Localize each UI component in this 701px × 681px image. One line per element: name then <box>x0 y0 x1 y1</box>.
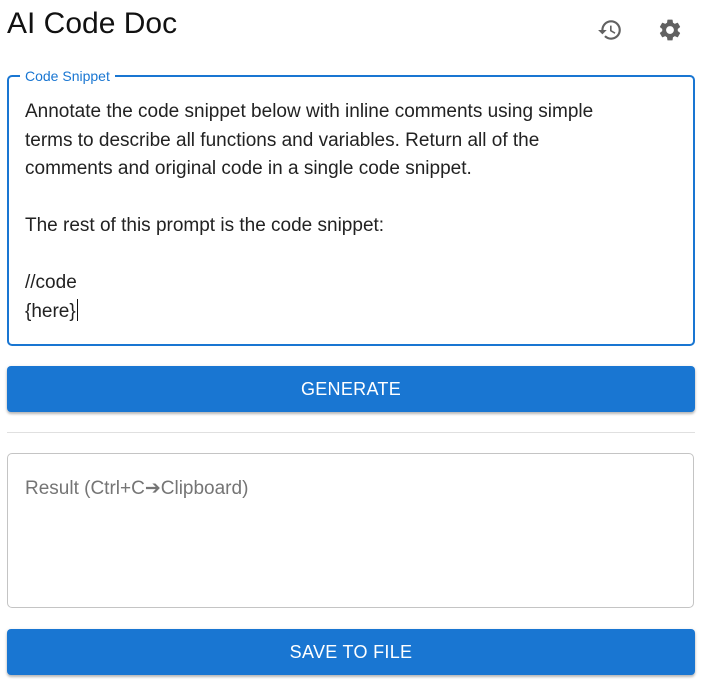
result-placeholder: Result (Ctrl+C➔Clipboard) <box>25 478 249 499</box>
app-window: AI Code Doc Code Snippet Annotate the co… <box>0 0 701 681</box>
result-field[interactable]: Result (Ctrl+C➔Clipboard) <box>7 453 694 608</box>
text-cursor <box>76 298 78 321</box>
code-snippet-input[interactable]: Annotate the code snippet below with inl… <box>25 98 685 326</box>
history-icon <box>598 20 621 40</box>
generate-button[interactable]: GENERATE <box>7 366 695 412</box>
code-snippet-value: Annotate the code snippet below with inl… <box>25 101 594 322</box>
gear-icon <box>659 19 681 41</box>
divider <box>7 432 695 433</box>
save-to-file-button[interactable]: SAVE TO FILE <box>7 629 695 675</box>
code-snippet-label: Code Snippet <box>20 67 115 85</box>
app-header: AI Code Doc <box>0 0 701 60</box>
settings-button[interactable] <box>652 12 688 48</box>
code-snippet-field[interactable]: Code Snippet Annotate the code snippet b… <box>7 67 695 346</box>
page-title: AI Code Doc <box>7 7 178 40</box>
history-button[interactable] <box>592 12 628 48</box>
